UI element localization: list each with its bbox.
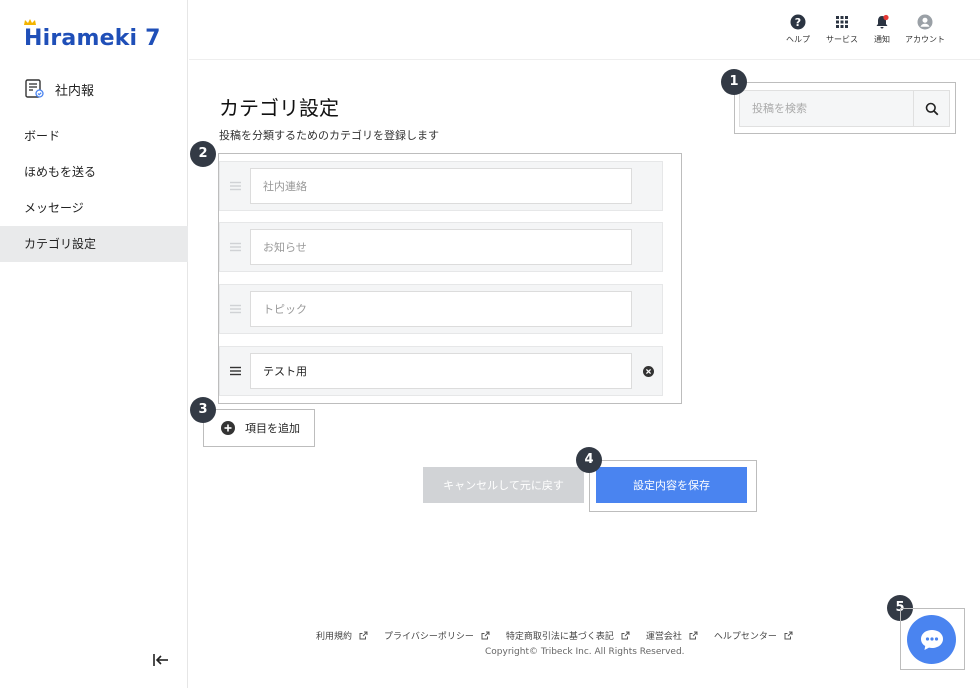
category-name-input[interactable] [250,353,632,389]
category-name-input[interactable] [250,291,632,327]
save-button[interactable]: 設定内容を保存 [596,467,747,503]
sidebar-item-send-praise[interactable]: ほめもを送る [0,154,188,190]
search-button[interactable] [913,91,949,126]
add-category-button[interactable]: 項目を追加 [203,409,315,447]
sidebar-item-messages[interactable]: メッセージ [0,190,188,226]
collapse-left-icon[interactable] [151,650,171,670]
services-label: サービス [826,35,858,44]
app-switcher[interactable]: 社内報 [24,78,94,100]
app-name: 社内報 [55,83,95,99]
drag-handle-icon[interactable] [230,242,241,252]
footer-link-help-center[interactable]: ヘルプセンター [714,629,793,642]
chat-button[interactable] [907,615,956,664]
account-button[interactable]: アカウント [905,14,945,45]
services-button[interactable]: サービス [826,14,858,45]
logo-text: Hirameki 7 [24,26,161,51]
sidebar-item-board[interactable]: ボード [0,118,188,154]
footer-link-label: プライバシーポリシー [384,632,474,642]
cancel-button[interactable]: キャンセルして元に戻す [423,467,584,503]
help-button[interactable]: ? ヘルプ [786,14,810,45]
external-link-icon [359,631,368,640]
search-input[interactable] [740,91,913,126]
svg-text:?: ? [795,16,801,29]
search-icon [925,102,938,115]
step-badge: 2 [190,141,216,167]
external-link-icon [784,631,793,640]
copyright: Copyright© Tribeck Inc. All Rights Reser… [485,647,685,657]
category-row [219,284,663,334]
footer-link-label: 特定商取引法に基づく表記 [505,632,614,642]
drag-handle-icon[interactable] [230,366,241,376]
plus-circle-icon [221,421,235,435]
category-row [219,346,663,396]
step-badge: 3 [190,397,216,423]
top-header: ? ヘルプ サービス 通知 アカウント [189,0,980,60]
help-label: ヘルプ [786,35,810,44]
sidebar-item-category-settings[interactable]: カテゴリ設定 [0,226,188,262]
drag-handle-icon[interactable] [230,304,241,314]
bell-icon [876,14,889,29]
category-name-input[interactable] [250,229,632,265]
delete-category-icon[interactable] [643,366,654,377]
page-description: 投稿を分類するためのカテゴリを登録します [219,129,439,142]
account-icon [917,14,933,30]
footer-link-commerce-law[interactable]: 特定商取引法に基づく表記 [506,629,630,642]
footer-link-label: ヘルプセンター [713,632,777,642]
notifications-label: 通知 [874,35,890,44]
search-box [739,90,950,127]
category-name-input[interactable] [250,168,632,204]
footer-links: 利用規約 プライバシーポリシー 特定商取引法に基づく表記 運営会社 ヘルプセンタ… [316,629,809,642]
add-category-label: 項目を追加 [245,422,300,435]
newsletter-icon [25,79,44,98]
external-link-icon [689,631,698,640]
external-link-icon [481,631,490,640]
help-icon: ? [790,14,806,30]
category-row [219,222,663,272]
external-link-icon [621,631,630,640]
page-title: カテゴリ設定 [219,96,339,120]
account-label: アカウント [905,35,945,44]
footer-link-label: 運営会社 [645,632,682,642]
chat-bubble-icon [920,629,943,650]
sidebar: Hirameki 7 社内報 ボード ほめもを送る メッセージ カテゴリ設定 [0,0,188,688]
hirameki-logo[interactable]: Hirameki 7 [24,19,161,51]
step-badge: 4 [576,447,602,473]
sidebar-nav: ボード ほめもを送る メッセージ カテゴリ設定 [0,118,188,262]
category-row [219,161,663,211]
footer-link-privacy[interactable]: プライバシーポリシー [384,629,490,642]
grid-icon [836,16,848,28]
drag-handle-icon[interactable] [230,181,241,191]
footer-link-company[interactable]: 運営会社 [646,629,698,642]
footer-link-terms[interactable]: 利用規約 [316,629,368,642]
crown-icon [24,19,36,25]
notifications-button[interactable]: 通知 [874,14,890,45]
step-badge: 1 [721,69,747,95]
footer-link-label: 利用規約 [316,632,353,642]
